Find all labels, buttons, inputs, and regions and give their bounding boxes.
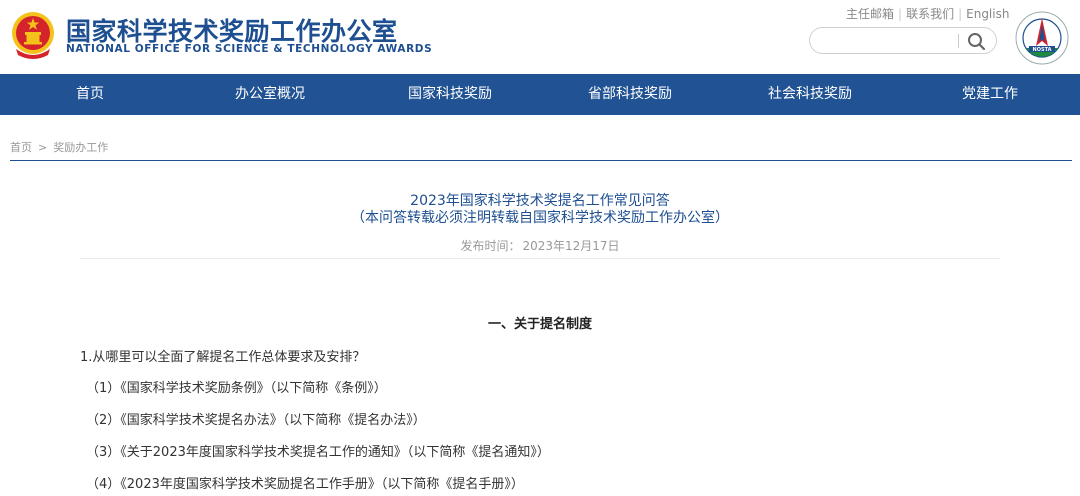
top-link-divider: | [898,7,903,21]
nosta-logo-text: NOSTA [1033,47,1052,53]
answer-item: （4）《2023年度国家科学技术奖励提名工作手册》（以下简称《提名手册》） [86,477,524,492]
english-link[interactable]: English [966,7,1009,21]
contact-us-link[interactable]: 联系我们 [906,7,954,21]
breadcrumb: 首页 > 奖励办工作 [10,139,108,155]
publish-date-label: 发布时间： [460,239,521,253]
nav-party-work[interactable]: 党建工作 [900,74,1080,115]
section-heading: 一、关于提名制度 [487,317,592,332]
search-divider [958,34,959,48]
answer-item: （3）《关于2023年度国家科学技术奖提名工作的通知》（以下简称《提名通知》） [86,445,550,460]
answer-item: （1）《国家科学技术奖励条例》（以下简称《条例》） [86,381,387,396]
top-links: 主任邮箱 | 联系我们 | English [846,5,1009,22]
main-nav: 首页 办公室概况 国家科技奖励 省部科技奖励 社会科技奖励 党建工作 [0,74,1080,115]
date-divider [80,258,1000,259]
publish-date-value: 2023年12月17日 [522,239,620,253]
answer-item: （2）《国家科学技术奖提名办法》（以下简称《提名办法》） [86,413,426,428]
national-emblem-icon [12,12,54,59]
question-text: 1.从哪里可以全面了解提名工作总体要求及安排？ [80,350,366,365]
director-mailbox-link[interactable]: 主任邮箱 [846,7,894,21]
breadcrumb-separator: > [38,141,48,154]
nav-home[interactable]: 首页 [0,74,180,115]
search-input[interactable] [820,32,955,50]
nav-national-awards[interactable]: 国家科技奖励 [360,74,540,115]
site-subtitle: NATIONAL OFFICE FOR SCIENCE & TECHNOLOGY… [66,43,433,55]
search-box [809,27,997,54]
top-link-divider: | [958,7,963,21]
publish-date: 发布时间： 2023年12月17日 [0,237,1080,254]
site-header: 国家科学技术奖励工作办公室 NATIONAL OFFICE FOR SCIENC… [0,0,1080,74]
nav-social-awards[interactable]: 社会科技奖励 [720,74,900,115]
article-subtitle: （本问答转载必须注明转载自国家科学技术奖励工作办公室） [351,210,729,226]
breadcrumb-home[interactable]: 首页 [10,141,32,154]
nav-provincial-awards[interactable]: 省部科技奖励 [540,74,720,115]
nav-office-overview[interactable]: 办公室概况 [180,74,360,115]
breadcrumb-divider [10,160,1072,161]
breadcrumb-current[interactable]: 奖励办工作 [53,141,108,154]
nosta-logo-icon: NOSTA [1015,11,1069,65]
search-icon[interactable] [965,31,989,51]
